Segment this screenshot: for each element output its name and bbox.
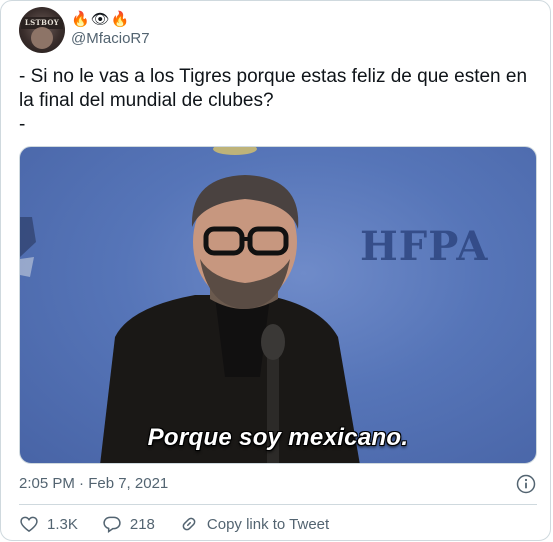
tweet-card: LSTBOY 🔥 👁 🔥 @MfacioR7 - Si no le vas a … <box>0 0 551 541</box>
reply-button[interactable]: 218 <box>102 514 155 534</box>
divider <box>19 504 537 505</box>
tweet-media[interactable]: HFPA Porque soy mexicano. <box>19 146 537 464</box>
avatar-face <box>31 27 53 49</box>
action-bar: 1.3K 218 Copy link to Tweet <box>19 513 353 535</box>
heart-icon <box>20 516 38 533</box>
media-scene <box>20 147 360 463</box>
tweet-timestamp[interactable]: 2:05 PM · Feb 7, 2021 <box>19 475 168 492</box>
eye-emoji: 👁 <box>90 11 110 28</box>
copy-link-button[interactable]: Copy link to Tweet <box>179 514 329 534</box>
reply-icon <box>103 516 121 533</box>
link-icon <box>182 517 196 531</box>
video-subtitle: Porque soy mexicano. <box>147 424 409 451</box>
user-handle[interactable]: @MfacioR7 <box>71 30 150 47</box>
like-button[interactable]: 1.3K <box>19 514 78 534</box>
hfpa-backdrop-text: HFPA <box>360 223 489 270</box>
display-name[interactable]: 🔥 👁 🔥 <box>71 10 129 30</box>
fire-emoji-2: 🔥 <box>110 11 130 28</box>
fire-emoji-1: 🔥 <box>71 11 90 28</box>
avatar[interactable]: LSTBOY <box>19 7 65 53</box>
like-count: 1.3K <box>47 515 78 533</box>
copy-link-label: Copy link to Tweet <box>206 515 330 533</box>
info-icon[interactable] <box>516 474 536 494</box>
tweet-text: - Si no le vas a los Tigres porque estas… <box>19 66 528 135</box>
reply-count: 218 <box>129 515 155 533</box>
